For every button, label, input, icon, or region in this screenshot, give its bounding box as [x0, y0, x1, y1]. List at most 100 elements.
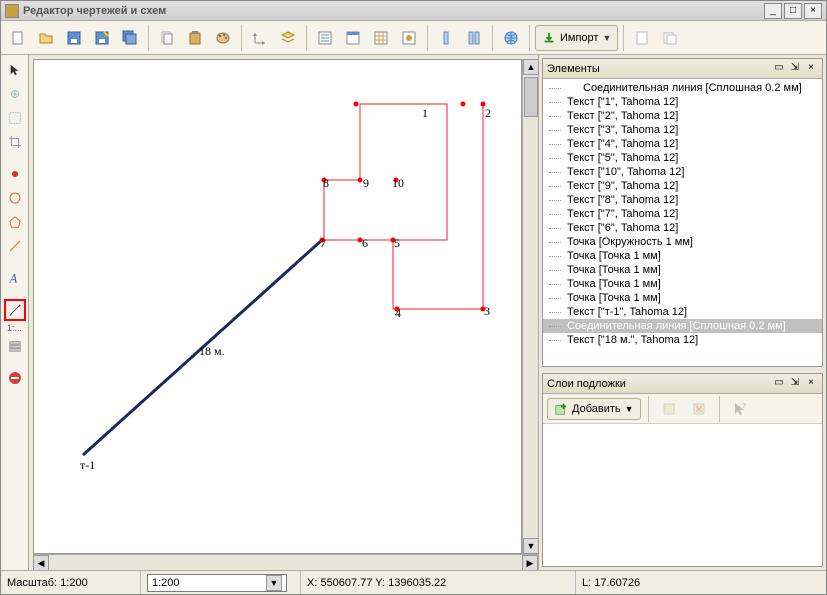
- tool-pointer[interactable]: [4, 59, 26, 81]
- tool-crop[interactable]: [4, 131, 26, 153]
- panel-menu-icon[interactable]: ▭: [772, 377, 786, 391]
- close-button[interactable]: ×: [804, 3, 822, 19]
- svg-text:?: ?: [742, 403, 746, 410]
- canvas-label: 8: [323, 176, 329, 191]
- panel-close-icon[interactable]: ×: [804, 62, 818, 76]
- tree-item[interactable]: Точка [Точка 1 мм]: [543, 249, 822, 263]
- scroll-left-icon[interactable]: ◀: [33, 555, 49, 571]
- tree-item[interactable]: Текст ["8", Tahoma 12]: [543, 193, 822, 207]
- tree-item[interactable]: Соединительная линия [Сплошная 0.2 мм]: [543, 319, 822, 333]
- scale-value: 1:200: [152, 577, 180, 589]
- settings-button[interactable]: [396, 25, 422, 51]
- status-coords: X: 550607.77 Y: 1396035.22: [301, 571, 576, 594]
- drawing-canvas[interactable]: 1234567891018 м.т-1: [33, 59, 522, 554]
- list-button[interactable]: [312, 25, 338, 51]
- tool-delete[interactable]: [4, 367, 26, 389]
- tree-item[interactable]: Текст ["1", Tahoma 12]: [543, 95, 822, 109]
- horizontal-scrollbar[interactable]: ◀ ▶: [33, 554, 538, 570]
- tree-item[interactable]: Текст ["т-1", Tahoma 12]: [543, 305, 822, 319]
- elements-title: Элементы: [547, 63, 770, 75]
- panel-pin-icon[interactable]: ⇲: [788, 62, 802, 76]
- canvas-label: 10: [392, 176, 404, 191]
- open-button[interactable]: [33, 25, 59, 51]
- tool-measure[interactable]: [4, 299, 26, 321]
- tree-item[interactable]: Текст ["10", Tahoma 12]: [543, 165, 822, 179]
- save-button[interactable]: [61, 25, 87, 51]
- tree-item[interactable]: Текст ["2", Tahoma 12]: [543, 109, 822, 123]
- scroll-thumb[interactable]: [524, 77, 538, 117]
- col-button-2[interactable]: [461, 25, 487, 51]
- canvas-label: 6: [362, 236, 368, 251]
- canvas-label: 4: [395, 306, 401, 321]
- tool-point[interactable]: [4, 163, 26, 185]
- window-title: Редактор чертежей и схем: [23, 5, 764, 17]
- minimize-button[interactable]: _: [764, 3, 782, 19]
- tree-item[interactable]: Текст ["6", Tahoma 12]: [543, 221, 822, 235]
- tool-line[interactable]: [4, 235, 26, 257]
- tool-circle[interactable]: [4, 187, 26, 209]
- tree-item[interactable]: Точка [Окружность 1 мм]: [543, 235, 822, 249]
- scroll-down-icon[interactable]: ▼: [523, 538, 539, 554]
- elements-tree[interactable]: Соединительная линия [Сплошная 0.2 мм]Те…: [543, 79, 822, 366]
- scale-selector[interactable]: 1:200 ▼: [147, 574, 287, 592]
- copy-button[interactable]: [154, 25, 180, 51]
- dropdown-icon: ▼: [266, 575, 282, 591]
- tree-item[interactable]: Текст ["18 м.", Tahoma 12]: [543, 333, 822, 347]
- tree-item[interactable]: Точка [Точка 1 мм]: [543, 263, 822, 277]
- axes-button[interactable]: [247, 25, 273, 51]
- layers-button[interactable]: [275, 25, 301, 51]
- doc-button-1[interactable]: [629, 25, 655, 51]
- tool-text[interactable]: A: [4, 267, 26, 289]
- add-layer-button[interactable]: Добавить ▼: [547, 398, 641, 420]
- grid-button[interactable]: [368, 25, 394, 51]
- canvas-label: 1: [422, 106, 428, 121]
- new-button[interactable]: [5, 25, 31, 51]
- panel-close-icon[interactable]: ×: [804, 377, 818, 391]
- layers-panel: Слои подложки ▭ ⇲ × Добавить ▼ ?: [542, 373, 823, 567]
- tool-select-rect[interactable]: [4, 107, 26, 129]
- tree-item[interactable]: Точка [Точка 1 мм]: [543, 277, 822, 291]
- layers-list[interactable]: [543, 424, 822, 566]
- svg-text:A: A: [8, 271, 17, 285]
- canvas-label: 3: [484, 304, 490, 319]
- layer-pointer-button[interactable]: ?: [727, 396, 753, 422]
- tree-item[interactable]: Точка [Точка 1 мм]: [543, 291, 822, 305]
- canvas-label: т-1: [80, 458, 95, 473]
- tool-stack[interactable]: [4, 335, 26, 357]
- dropdown-icon: ▼: [625, 404, 634, 414]
- doc-button-2[interactable]: [657, 25, 683, 51]
- tree-item[interactable]: Текст ["3", Tahoma 12]: [543, 123, 822, 137]
- tree-item[interactable]: Соединительная линия [Сплошная 0.2 мм]: [543, 81, 822, 95]
- scroll-right-icon[interactable]: ▶: [522, 555, 538, 571]
- tree-item[interactable]: Текст ["5", Tahoma 12]: [543, 151, 822, 165]
- palette-button[interactable]: [210, 25, 236, 51]
- panel-pin-icon[interactable]: ⇲: [788, 377, 802, 391]
- globe-button[interactable]: [498, 25, 524, 51]
- canvas-label: 18 м.: [199, 344, 225, 359]
- left-tool-strip: A 1:...: [1, 55, 29, 570]
- panel-menu-icon[interactable]: ▭: [772, 62, 786, 76]
- save-all-button[interactable]: [117, 25, 143, 51]
- save-as-button[interactable]: [89, 25, 115, 51]
- app-icon: [5, 4, 19, 18]
- tree-item[interactable]: Текст ["7", Tahoma 12]: [543, 207, 822, 221]
- tool-polygon[interactable]: [4, 211, 26, 233]
- import-label: Импорт: [560, 32, 598, 44]
- scroll-up-icon[interactable]: ▲: [523, 59, 539, 75]
- props-button[interactable]: [340, 25, 366, 51]
- maximize-button[interactable]: □: [784, 3, 802, 19]
- vertical-scrollbar[interactable]: ▲ ▼: [522, 59, 538, 554]
- canvas-label: 7: [320, 236, 326, 251]
- status-length: L: 17.60726: [576, 571, 826, 594]
- layer-delete-button[interactable]: [686, 396, 712, 422]
- import-button[interactable]: Импорт ▼: [535, 25, 618, 51]
- tree-item[interactable]: Текст ["9", Tahoma 12]: [543, 179, 822, 193]
- tree-item[interactable]: Текст ["4", Tahoma 12]: [543, 137, 822, 151]
- tool-add-point[interactable]: [4, 83, 26, 105]
- add-label: Добавить: [572, 403, 621, 415]
- layers-title: Слои подложки: [547, 378, 770, 390]
- layer-edit-button[interactable]: [656, 396, 682, 422]
- col-button-1[interactable]: [433, 25, 459, 51]
- paste-button[interactable]: [182, 25, 208, 51]
- scale-hint: 1:...: [7, 323, 22, 333]
